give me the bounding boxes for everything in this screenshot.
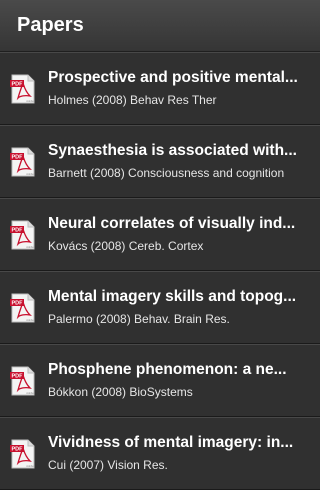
papers-list: PDF Adobe Prospective and positive menta… (0, 52, 320, 490)
list-item[interactable]: PDF Adobe Vividness of mental imagery: i… (0, 417, 320, 490)
pdf-icon: PDF Adobe (10, 366, 35, 395)
list-item[interactable]: PDF Adobe Prospective and positive menta… (0, 52, 320, 125)
pdf-icon: PDF Adobe (10, 147, 35, 176)
svg-text:Adobe: Adobe (26, 245, 34, 249)
paper-title: Phosphene phenomenon: a ne... (48, 361, 287, 378)
svg-text:Adobe: Adobe (26, 391, 34, 395)
svg-text:Adobe: Adobe (26, 99, 34, 103)
list-item[interactable]: PDF Adobe Mental imagery skills and topo… (0, 271, 320, 344)
svg-text:Adobe: Adobe (26, 318, 34, 322)
paper-citation: Kovács (2008) Cereb. Cortex (48, 239, 204, 253)
pdf-icon: PDF Adobe (10, 220, 35, 249)
paper-citation: Holmes (2008) Behav Res Ther (48, 93, 217, 107)
paper-title: Prospective and positive mental... (48, 69, 298, 86)
paper-citation: Bókkon (2008) BioSystems (48, 385, 193, 399)
svg-text:Adobe: Adobe (26, 172, 34, 176)
paper-citation: Palermo (2008) Behav. Brain Res. (48, 312, 230, 326)
list-item[interactable]: PDF Adobe Synaesthesia is associated wit… (0, 125, 320, 198)
nav-bar: Papers (0, 0, 320, 52)
paper-citation: Cui (2007) Vision Res. (48, 458, 168, 472)
paper-title: Neural correlates of visually ind... (48, 215, 296, 232)
pdf-icon: PDF Adobe (10, 74, 35, 103)
page-title: Papers (17, 14, 84, 36)
paper-citation: Barnett (2008) Consciousness and cogniti… (48, 166, 285, 180)
svg-text:Adobe: Adobe (26, 464, 34, 468)
paper-title: Vividness of mental imagery: in... (48, 434, 294, 451)
pdf-icon: PDF Adobe (10, 439, 35, 468)
list-item[interactable]: PDF Adobe Phosphene phenomenon: a ne... … (0, 344, 320, 417)
paper-title: Synaesthesia is associated with... (48, 142, 297, 159)
list-item[interactable]: PDF Adobe Neural correlates of visually … (0, 198, 320, 271)
pdf-icon: PDF Adobe (10, 293, 35, 322)
paper-title: Mental imagery skills and topog... (48, 288, 297, 305)
